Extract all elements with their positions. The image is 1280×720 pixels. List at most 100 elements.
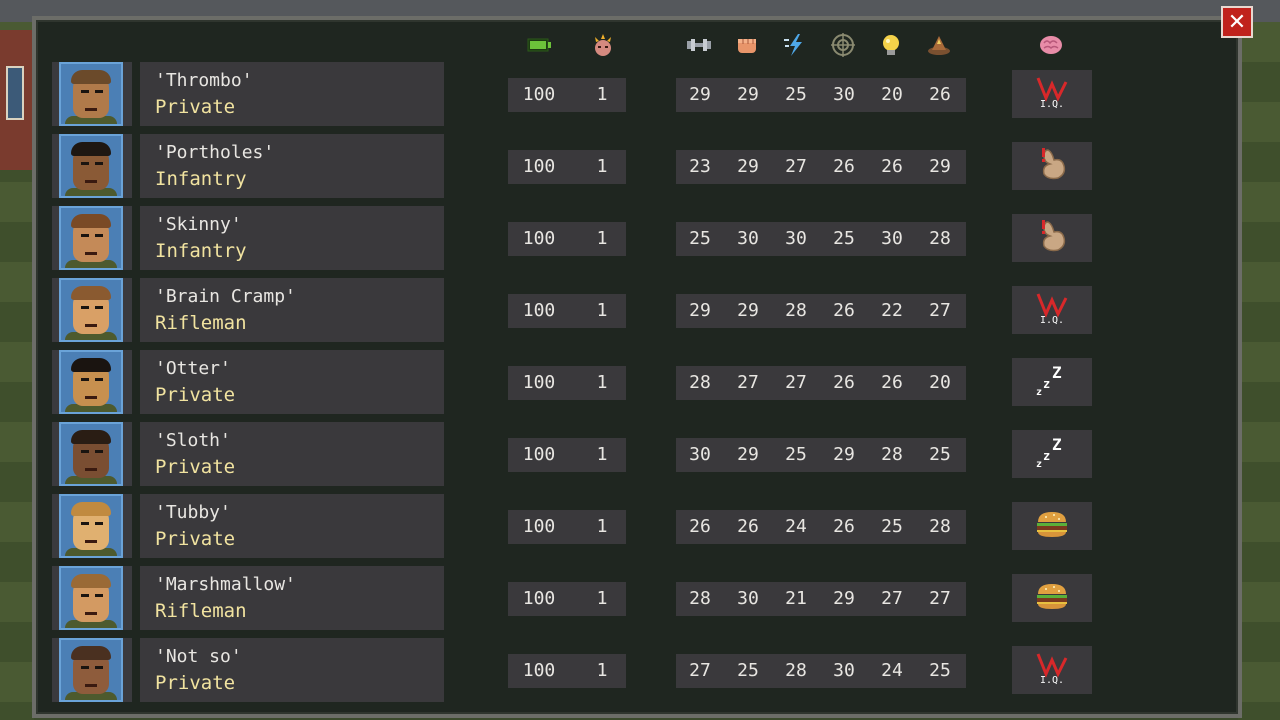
stat-level: 1 bbox=[596, 588, 608, 609]
stat-strength: 28 bbox=[689, 588, 711, 609]
svg-text:Z: Z bbox=[1052, 363, 1062, 382]
stat-fist: 30 bbox=[737, 588, 759, 609]
stat-strength: 30 bbox=[689, 444, 711, 465]
svg-text:I.Q.: I.Q. bbox=[1040, 315, 1064, 326]
soldier-condition[interactable]: Zzz bbox=[1012, 430, 1092, 478]
background-grass-right bbox=[1238, 22, 1280, 720]
soldier-row[interactable]: 'Brain Cramp' Rifleman 100 1 29 29 28 26 22 27 I.Q… bbox=[52, 278, 1097, 342]
stat-intelligence: 26 bbox=[881, 372, 903, 393]
soldier-portrait[interactable] bbox=[52, 638, 132, 702]
stat-strength: 29 bbox=[689, 84, 711, 105]
stat-leadership: 25 bbox=[929, 660, 951, 681]
stat-health: 100 bbox=[522, 372, 556, 393]
stat-health: 100 bbox=[522, 84, 556, 105]
stat-speed: 25 bbox=[785, 84, 807, 105]
soldier-condition[interactable] bbox=[1012, 502, 1092, 550]
close-button[interactable]: ✕ bbox=[1221, 6, 1253, 38]
soldier-name-box[interactable]: 'Skinny' Infantry bbox=[140, 206, 444, 270]
low-iq-icon: I.Q. bbox=[1032, 650, 1072, 690]
svg-text:I.Q.: I.Q. bbox=[1040, 675, 1064, 686]
soldier-portrait[interactable] bbox=[52, 62, 132, 126]
soldier-row[interactable]: 'Not so' Private 100 1 27 25 28 30 24 25 I.Q. bbox=[52, 638, 1097, 702]
burger-icon bbox=[1032, 508, 1072, 544]
soldier-basic-stats: 100 1 bbox=[508, 150, 626, 184]
soldier-portrait[interactable] bbox=[52, 422, 132, 486]
stat-intelligence: 27 bbox=[881, 588, 903, 609]
stat-level: 1 bbox=[596, 300, 608, 321]
soldier-portrait[interactable] bbox=[52, 278, 132, 342]
soldier-condition[interactable]: I.Q. bbox=[1012, 70, 1092, 118]
soldier-name-box[interactable]: 'Thrombo' Private bbox=[140, 62, 444, 126]
stat-aim: 26 bbox=[833, 372, 855, 393]
soldier-name-box[interactable]: 'Tubby' Private bbox=[140, 494, 444, 558]
soldier-name-box[interactable]: 'Brain Cramp' Rifleman bbox=[140, 278, 444, 342]
soldier-name-box[interactable]: 'Otter' Private bbox=[140, 350, 444, 414]
stat-leadership: 29 bbox=[929, 156, 951, 177]
soldier-row[interactable]: 'Portholes' Infantry 100 1 23 29 27 26 26 29 bbox=[52, 134, 1097, 198]
soldier-condition[interactable] bbox=[1012, 574, 1092, 622]
soldier-nickname: 'Sloth' bbox=[155, 430, 231, 451]
stat-health: 100 bbox=[522, 300, 556, 321]
soldier-nickname: 'Not so' bbox=[155, 646, 242, 667]
stat-speed: 25 bbox=[785, 444, 807, 465]
crosshair-icon bbox=[831, 33, 855, 57]
svg-text:z: z bbox=[1036, 387, 1042, 398]
stat-leadership: 28 bbox=[929, 516, 951, 537]
stat-leadership: 27 bbox=[929, 300, 951, 321]
soldier-portrait[interactable] bbox=[52, 350, 132, 414]
soldier-name-box[interactable]: 'Marshmallow' Rifleman bbox=[140, 566, 444, 630]
soldier-nickname: 'Tubby' bbox=[155, 502, 231, 523]
soldier-rank: Private bbox=[155, 384, 236, 406]
stat-level: 1 bbox=[596, 228, 608, 249]
soldier-nickname: 'Thrombo' bbox=[155, 70, 253, 91]
stat-fist: 26 bbox=[737, 516, 759, 537]
soldier-condition[interactable]: I.Q. bbox=[1012, 286, 1092, 334]
stat-level: 1 bbox=[596, 444, 608, 465]
soldier-portrait[interactable] bbox=[52, 206, 132, 270]
svg-text:z: z bbox=[1043, 449, 1050, 463]
soldier-attribute-stats: 28 27 27 26 26 20 bbox=[676, 366, 966, 400]
stat-intelligence: 26 bbox=[881, 156, 903, 177]
soldier-portrait[interactable] bbox=[52, 494, 132, 558]
soldier-row[interactable]: 'Tubby' Private 100 1 26 26 24 26 25 28 bbox=[52, 494, 1097, 558]
soldier-row[interactable]: 'Otter' Private 100 1 28 27 27 26 26 20 Zz z bbox=[52, 350, 1097, 414]
soldier-condition[interactable] bbox=[1012, 214, 1092, 262]
avatar bbox=[59, 134, 123, 198]
level-icon bbox=[595, 34, 611, 56]
stat-fist: 25 bbox=[737, 660, 759, 681]
stat-speed: 27 bbox=[785, 372, 807, 393]
speed-icon bbox=[784, 34, 802, 56]
soldier-row[interactable]: 'Thrombo' Private 100 1 29 29 25 30 20 26 I.Q. bbox=[52, 62, 1097, 126]
soldier-row[interactable]: 'Sloth' Private 100 1 30 29 25 29 28 25 Zz z bbox=[52, 422, 1097, 486]
stat-level: 1 bbox=[596, 516, 608, 537]
stat-fist: 30 bbox=[737, 228, 759, 249]
soldier-portrait[interactable] bbox=[52, 134, 132, 198]
soldier-row[interactable]: 'Skinny' Infantry 100 1 25 30 30 25 30 28 bbox=[52, 206, 1097, 270]
soldier-row[interactable]: 'Marshmallow' Rifleman 100 1 28 30 21 29 27 27 bbox=[52, 566, 1097, 630]
stat-health: 100 bbox=[522, 444, 556, 465]
stomach-icon bbox=[1032, 216, 1072, 260]
soldier-name-box[interactable]: 'Sloth' Private bbox=[140, 422, 444, 486]
stat-aim: 29 bbox=[833, 444, 855, 465]
soldier-rank: Infantry bbox=[155, 240, 247, 262]
soldier-basic-stats: 100 1 bbox=[508, 222, 626, 256]
stat-intelligence: 30 bbox=[881, 228, 903, 249]
battery-icon bbox=[527, 38, 551, 52]
stat-strength: 29 bbox=[689, 300, 711, 321]
stat-speed: 21 bbox=[785, 588, 807, 609]
soldier-attribute-stats: 27 25 28 30 24 25 bbox=[676, 654, 966, 688]
stat-health: 100 bbox=[522, 660, 556, 681]
low-iq-icon: I.Q. bbox=[1032, 74, 1072, 114]
soldier-condition[interactable] bbox=[1012, 142, 1092, 190]
svg-text:I.Q.: I.Q. bbox=[1040, 99, 1064, 110]
soldier-portrait[interactable] bbox=[52, 566, 132, 630]
soldier-basic-stats: 100 1 bbox=[508, 582, 626, 616]
soldier-condition[interactable]: I.Q. bbox=[1012, 646, 1092, 694]
stat-fist: 27 bbox=[737, 372, 759, 393]
soldier-condition[interactable]: Zzz bbox=[1012, 358, 1092, 406]
soldier-name-box[interactable]: 'Portholes' Infantry bbox=[140, 134, 444, 198]
soldier-basic-stats: 100 1 bbox=[508, 438, 626, 472]
soldier-rank: Private bbox=[155, 672, 236, 694]
soldier-name-box[interactable]: 'Not so' Private bbox=[140, 638, 444, 702]
stomach-icon bbox=[1032, 144, 1072, 188]
